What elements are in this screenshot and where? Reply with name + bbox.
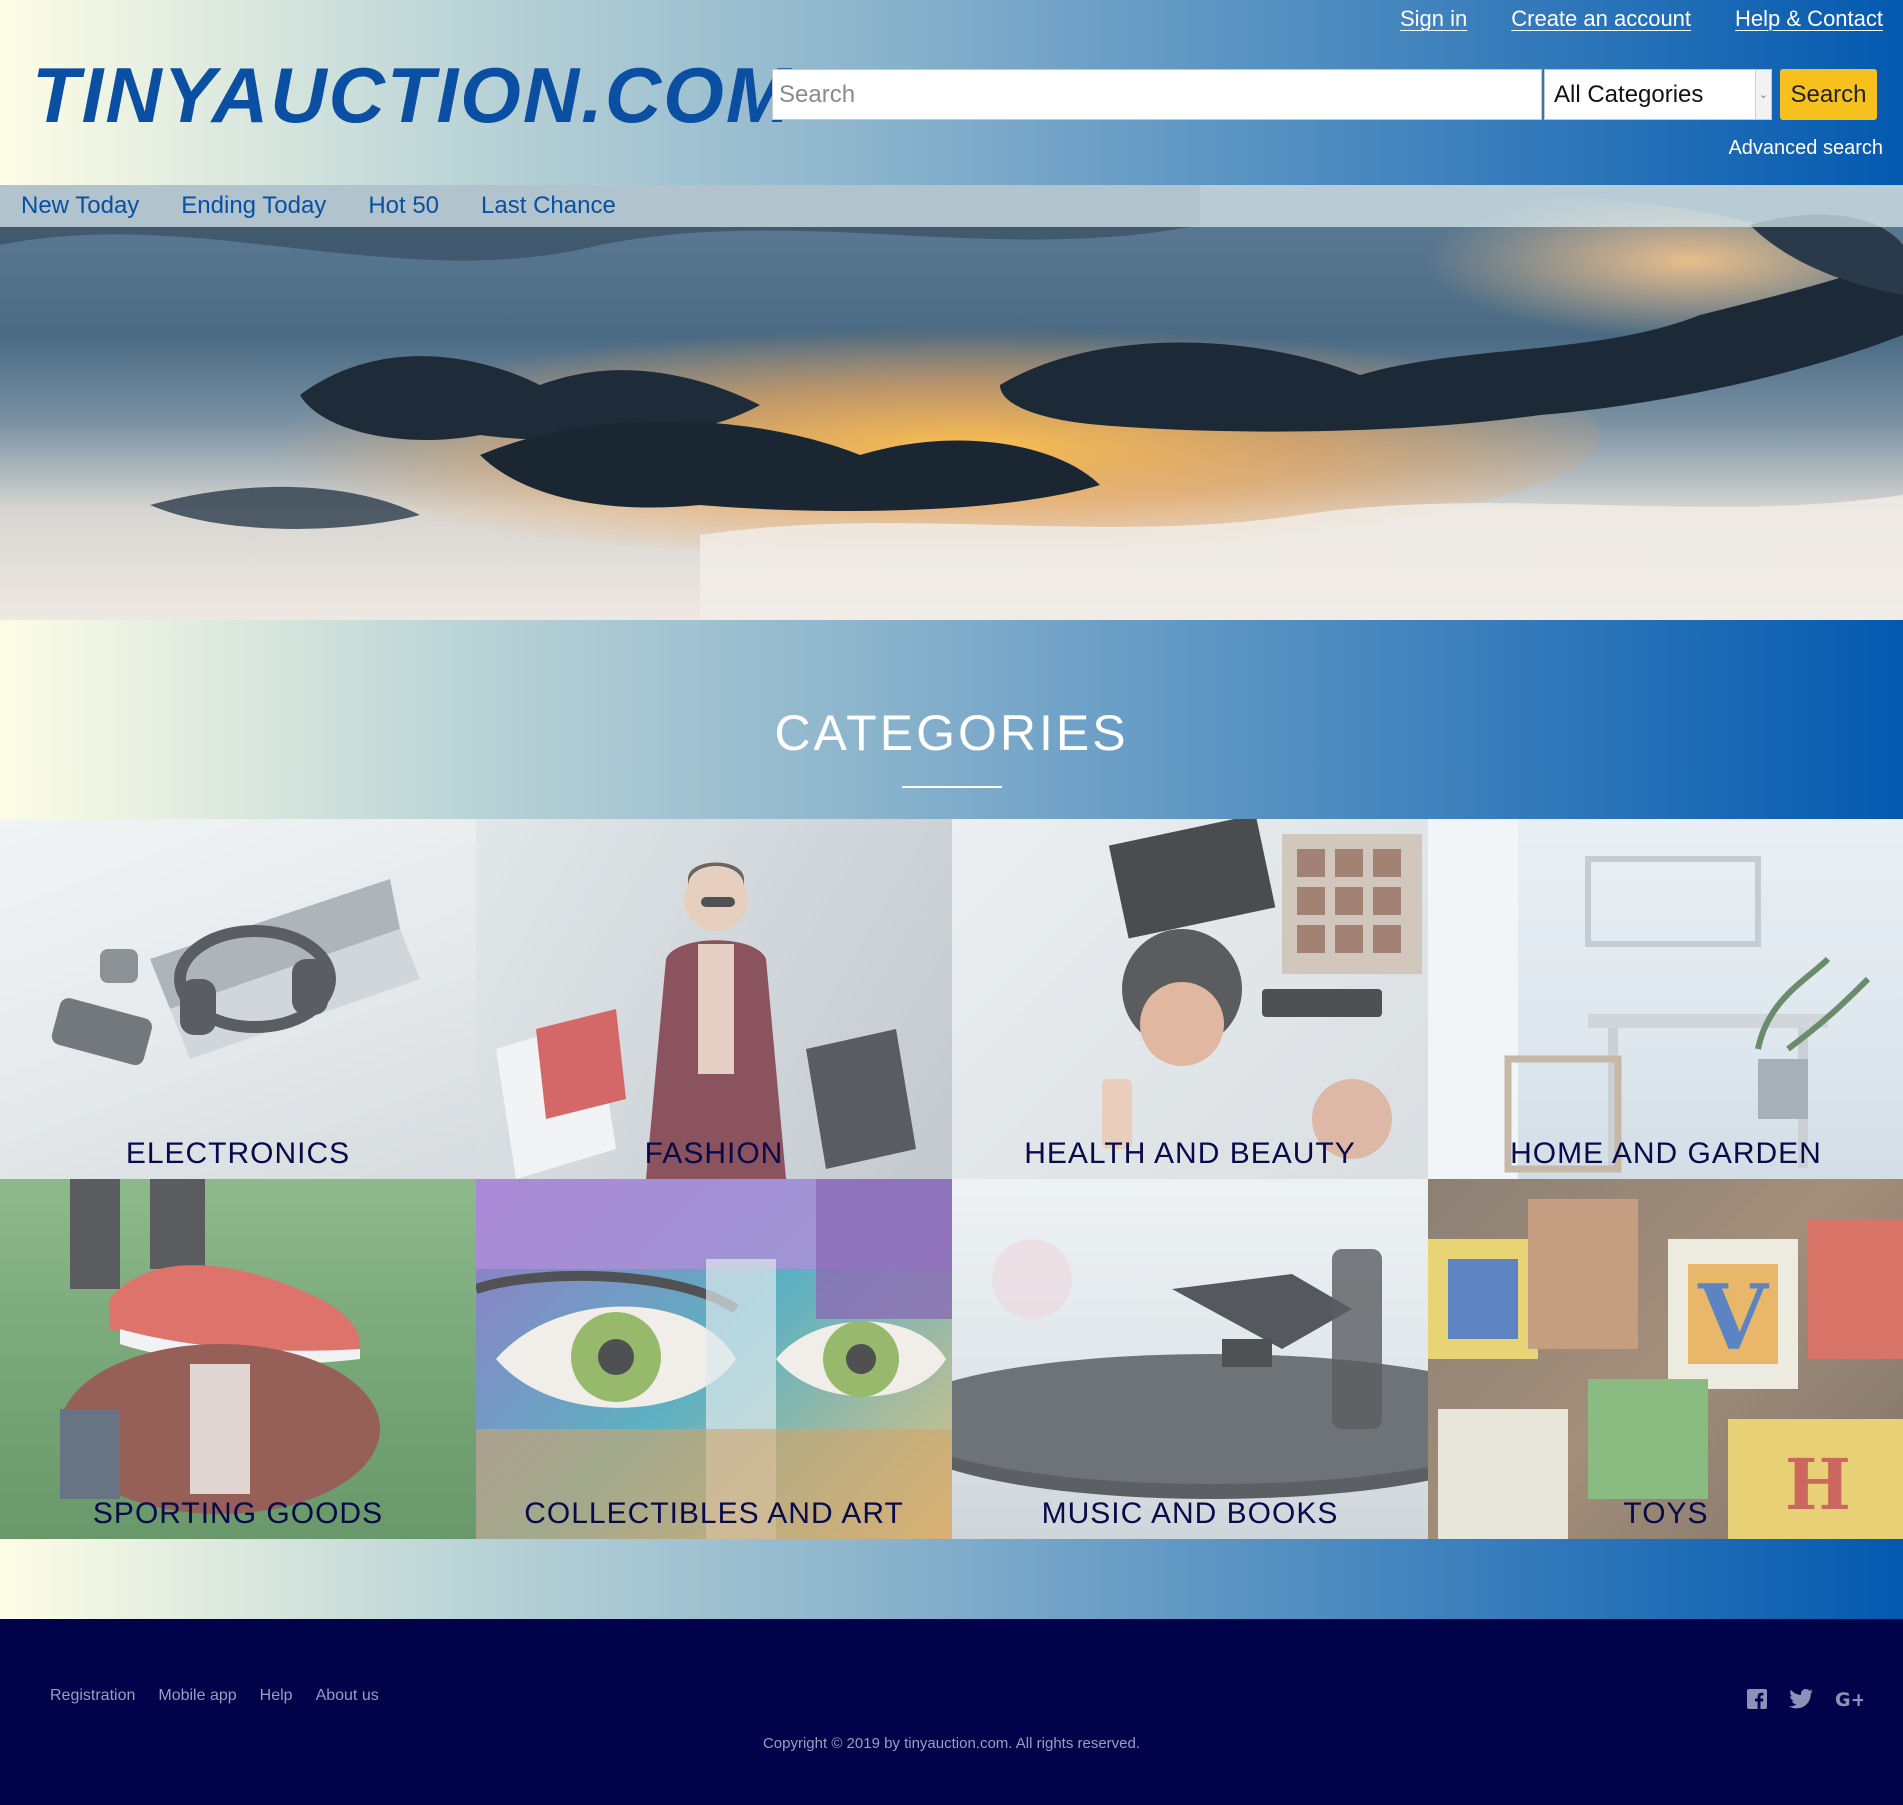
category-label: HEALTH AND BEAUTY — [1024, 1137, 1356, 1170]
sign-in-link[interactable]: Sign in — [1400, 6, 1467, 32]
category-tile-toys[interactable]: V H TOYS — [1428, 1179, 1903, 1539]
facebook-icon[interactable] — [1747, 1689, 1767, 1709]
category-select-value: All Categories — [1554, 80, 1704, 108]
category-label: ELECTRONICS — [125, 1137, 351, 1170]
account-links: Sign in Create an account Help & Contact — [1400, 6, 1883, 32]
category-label: HOME AND GARDEN — [1510, 1137, 1822, 1170]
chevron-down-icon: ⌄ — [1755, 70, 1771, 119]
category-tile-home-garden[interactable]: HOME AND GARDEN — [1428, 819, 1903, 1179]
advanced-search-link[interactable]: Advanced search — [1728, 137, 1883, 160]
footer-mobile-app-link[interactable]: Mobile app — [158, 1687, 236, 1705]
secondary-nav: New Today Ending Today Hot 50 Last Chanc… — [0, 185, 1903, 227]
svg-text:G+: G+ — [1835, 1689, 1863, 1709]
heading-divider — [902, 786, 1002, 788]
footer-help-link[interactable]: Help — [260, 1687, 293, 1705]
category-label: MUSIC AND BOOKS — [1041, 1497, 1339, 1530]
nav-last-chance[interactable]: Last Chance — [481, 192, 616, 220]
nav-hot-50[interactable]: Hot 50 — [368, 192, 439, 220]
category-label: TOYS — [1623, 1497, 1709, 1530]
hero-banner — [0, 185, 1903, 620]
category-tile-collectibles-art[interactable]: COLLECTIBLES AND ART — [476, 1179, 952, 1539]
categories-heading: CATEGORIES — [774, 705, 1129, 761]
search-input[interactable] — [772, 69, 1542, 120]
help-contact-link[interactable]: Help & Contact — [1735, 6, 1883, 32]
category-label: COLLECTIBLES AND ART — [524, 1497, 904, 1530]
search-button[interactable]: Search — [1780, 69, 1877, 120]
category-tile-electronics[interactable]: ELECTRONICS — [0, 819, 476, 1179]
category-label: SPORTING GOODS — [92, 1497, 384, 1530]
site-footer: Registration Mobile app Help About us Co… — [0, 1619, 1903, 1805]
categories-section: CATEGORIES ELECTRONICS FASHION HEALTH AN… — [0, 620, 1903, 1619]
site-header: Sign in Create an account Help & Contact… — [0, 0, 1903, 185]
social-links: G+ — [1747, 1689, 1863, 1709]
category-tile-music-books[interactable]: MUSIC AND BOOKS — [952, 1179, 1428, 1539]
sunset-clouds-image — [0, 185, 1903, 620]
twitter-icon[interactable] — [1789, 1689, 1813, 1709]
google-plus-icon[interactable]: G+ — [1835, 1689, 1863, 1709]
category-tile-sporting-goods[interactable]: SPORTING GOODS — [0, 1179, 476, 1539]
category-tile-health-beauty[interactable]: HEALTH AND BEAUTY — [952, 819, 1428, 1179]
nav-new-today[interactable]: New Today — [21, 192, 139, 220]
footer-registration-link[interactable]: Registration — [50, 1687, 135, 1705]
footer-about-link[interactable]: About us — [316, 1687, 379, 1705]
category-select[interactable]: All Categories ⌄ — [1544, 69, 1772, 120]
category-tile-fashion[interactable]: FASHION — [476, 819, 952, 1179]
category-label: FASHION — [644, 1137, 784, 1170]
footer-links: Registration Mobile app Help About us — [50, 1687, 379, 1705]
copyright-text: Copyright © 2019 by tinyauction.com. All… — [762, 1735, 1141, 1752]
create-account-link[interactable]: Create an account — [1511, 6, 1691, 32]
nav-ending-today[interactable]: Ending Today — [181, 192, 326, 220]
site-logo[interactable]: TINYAUCTION.COM — [32, 50, 793, 141]
